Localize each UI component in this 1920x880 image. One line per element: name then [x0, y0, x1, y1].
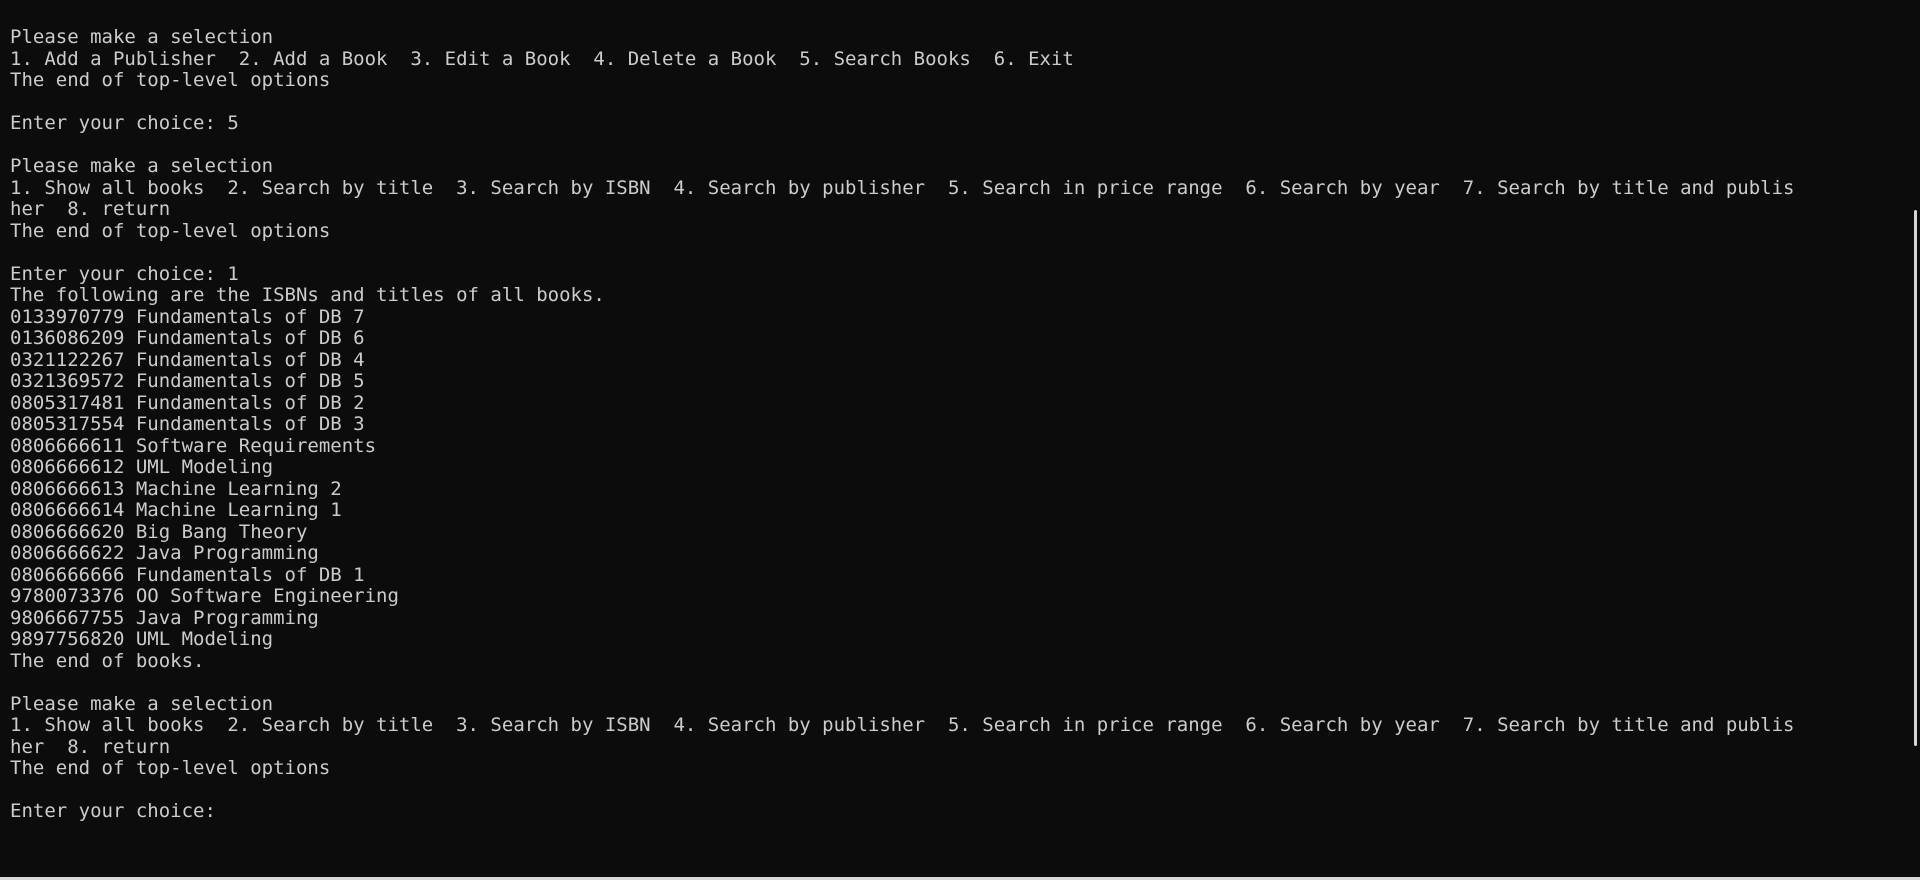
options-end-text: The end of top-level options — [10, 70, 331, 91]
top-level-options: 1. Add a Publisher 2. Add a Book 3. Edit… — [10, 48, 1074, 70]
terminal-window[interactable]: Please make a selection 1. Add a Publish… — [0, 0, 1920, 880]
options-end-text: The end of top-level options — [10, 220, 331, 242]
search-options-wrap: her 8. return — [10, 736, 171, 758]
book-entry: 0806666612 UML Modeling — [10, 457, 274, 478]
book-entry: 9897756820 UML Modeling — [10, 629, 274, 650]
book-entry: 9806667755 Java Programming — [10, 607, 319, 629]
book-entry: 0806666622 Java Programming — [10, 543, 319, 564]
choice-prompt: Enter your choice: 5 — [10, 113, 239, 134]
search-options: 1. Show all books 2. Search by title 3. … — [10, 177, 1795, 199]
search-options-wrap: her 8. return — [10, 199, 171, 220]
menu-header: Please make a selection — [10, 156, 274, 177]
book-entry: 0806666666 Fundamentals of DB 1 — [10, 564, 365, 586]
book-entry: 0133970779 Fundamentals of DB 7 — [10, 306, 365, 328]
book-entry: 0321369572 Fundamentals of DB 5 — [10, 371, 365, 392]
menu-header: Please make a selection — [10, 27, 274, 48]
book-entry: 9780073376 OO Software Engineering — [10, 586, 399, 607]
command-input-prompt[interactable]: Enter your choice: — [10, 801, 1920, 823]
search-options: 1. Show all books 2. Search by title 3. … — [10, 715, 1795, 736]
book-entry: 0321122267 Fundamentals of DB 4 — [10, 349, 365, 371]
book-entry: 0805317554 Fundamentals of DB 3 — [10, 414, 365, 435]
choice-prompt: Enter your choice: 1 — [10, 263, 239, 285]
book-entry: 0805317481 Fundamentals of DB 2 — [10, 392, 365, 414]
books-list-end: The end of books. — [10, 650, 205, 672]
scrollbar-thumb[interactable] — [1914, 210, 1917, 746]
book-entry: 0136086209 Fundamentals of DB 6 — [10, 328, 365, 349]
vertical-scrollbar[interactable] — [1906, 0, 1920, 880]
book-entry: 0806666620 Big Bang Theory — [10, 521, 308, 543]
menu-header: Please make a selection — [10, 693, 274, 715]
book-entry: 0806666614 Machine Learning 1 — [10, 500, 342, 521]
book-entry: 0806666613 Machine Learning 2 — [10, 478, 342, 500]
book-entry: 0806666611 Software Requirements — [10, 435, 377, 457]
books-list-header: The following are the ISBNs and titles o… — [10, 285, 605, 306]
options-end-text: The end of top-level options — [10, 758, 331, 779]
